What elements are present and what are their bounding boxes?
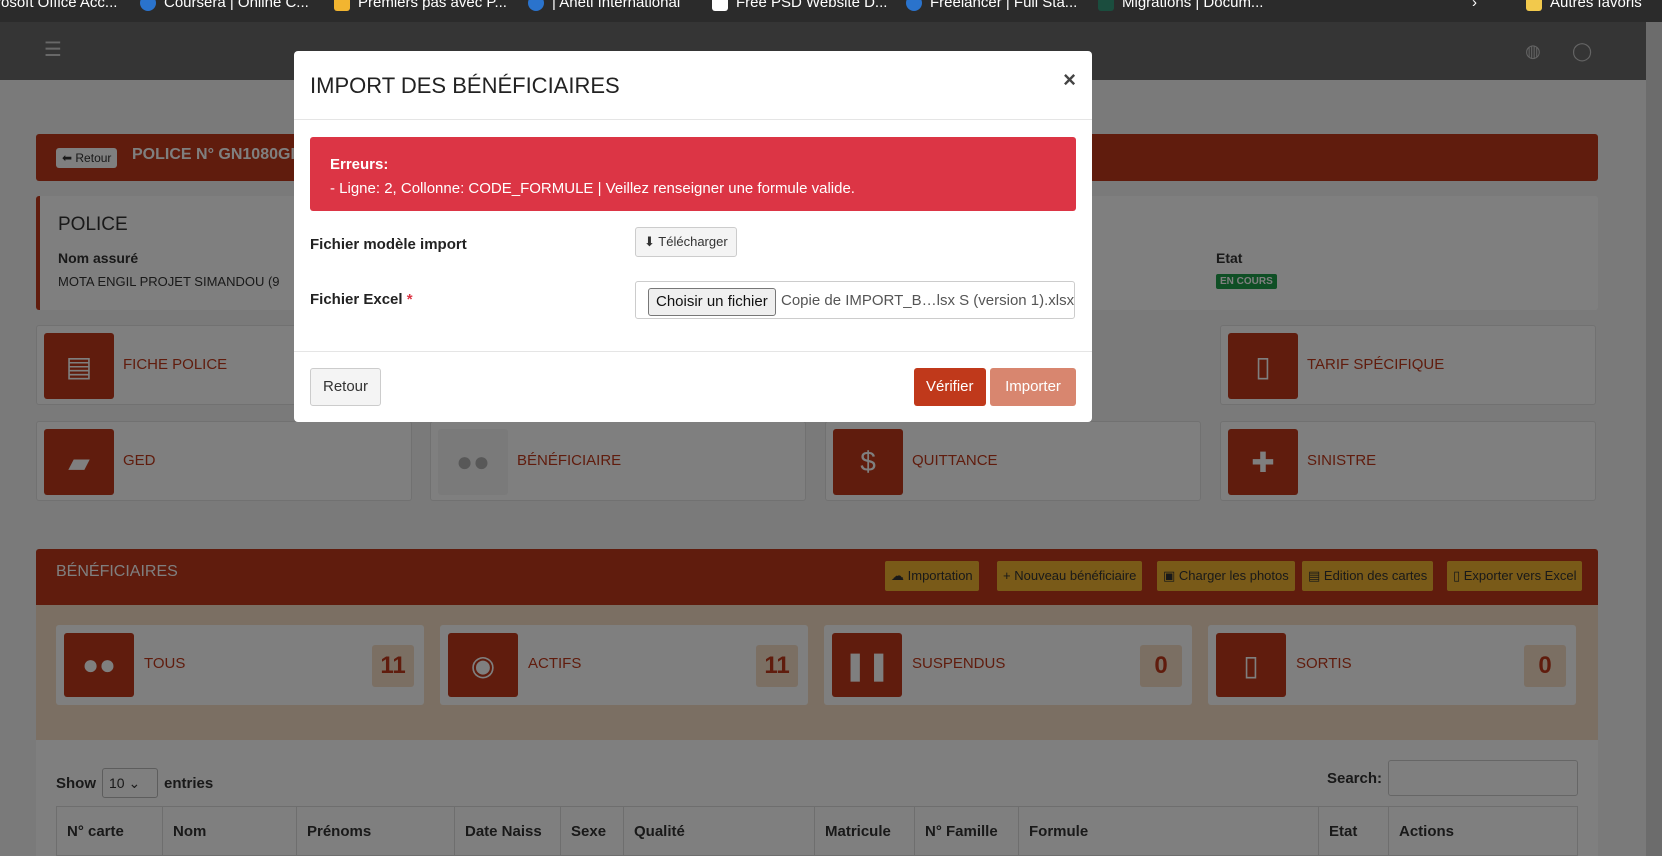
import-modal: IMPORT DES BÉNÉFICIAIRES × Erreurs: - Li… [294, 51, 1092, 422]
bookmark-item[interactable]: Free PSD Website D... [712, 0, 887, 11]
divider [294, 351, 1092, 352]
file-input[interactable]: Choisir un fichier Copie de IMPORT_B…lsx… [635, 281, 1075, 319]
aneti-icon [528, 0, 544, 11]
bookmark-item[interactable]: Premiers pas avec P... [334, 0, 507, 11]
close-icon[interactable]: × [1063, 67, 1076, 93]
folder-icon [1526, 0, 1542, 11]
selected-file-name: Copie de IMPORT_B…lsx S (version 1).xlsx [781, 292, 1075, 309]
template-label: Fichier modèle import [310, 236, 467, 253]
freelancer-icon [906, 0, 922, 11]
error-title: Erreurs: [330, 156, 389, 173]
modal-title: IMPORT DES BÉNÉFICIAIRES [310, 73, 620, 98]
excel-label-text: Fichier Excel [310, 291, 403, 308]
bookmark-label: Coursera | Online C... [164, 0, 309, 11]
download-label: Télécharger [658, 234, 728, 249]
verify-button[interactable]: Vérifier [914, 368, 986, 406]
bookmark-label: Freelancer | Full Sta... [930, 0, 1078, 11]
coursera-icon [140, 0, 156, 11]
download-button[interactable]: ⬇ Télécharger [635, 227, 737, 257]
bookmark-label: Free PSD Website D... [736, 0, 888, 11]
download-icon: ⬇ [644, 234, 655, 249]
import-button[interactable]: Importer [990, 368, 1076, 406]
required-mark: * [406, 291, 413, 308]
bookmark-item[interactable]: Coursera | Online C... [140, 0, 309, 11]
divider [294, 119, 1092, 120]
bookmark-label: | Aneti International [552, 0, 681, 11]
choose-file-button[interactable]: Choisir un fichier [648, 288, 776, 316]
django-icon [1098, 0, 1114, 11]
bookmark-folder[interactable]: Autres favoris [1526, 0, 1642, 11]
bookmark-item[interactable]: rosoft Office Acc... [0, 0, 117, 11]
bookmark-item[interactable]: Freelancer | Full Sta... [906, 0, 1077, 11]
freepsd-icon [712, 0, 728, 11]
bookmark-label: rosoft Office Acc... [0, 0, 118, 11]
microsoft-icon [334, 0, 350, 11]
error-message: - Ligne: 2, Collonne: CODE_FORMULE | Vei… [330, 180, 855, 197]
back-button[interactable]: Retour [310, 368, 382, 406]
bookmark-item[interactable]: Migrations | Docum... [1098, 0, 1263, 11]
bookmark-label: Autres favoris [1550, 0, 1642, 11]
error-alert: Erreurs: - Ligne: 2, Collonne: CODE_FORM… [310, 137, 1076, 211]
bookmarks-bar: rosoft Office Acc... Coursera | Online C… [0, 0, 1662, 22]
excel-label: Fichier Excel * [310, 291, 413, 308]
bookmark-label: Migrations | Docum... [1122, 0, 1264, 11]
chevron-right-icon[interactable]: › [1472, 0, 1477, 11]
bookmark-item[interactable]: | Aneti International [528, 0, 680, 11]
bookmark-label: Premiers pas avec P... [358, 0, 507, 11]
